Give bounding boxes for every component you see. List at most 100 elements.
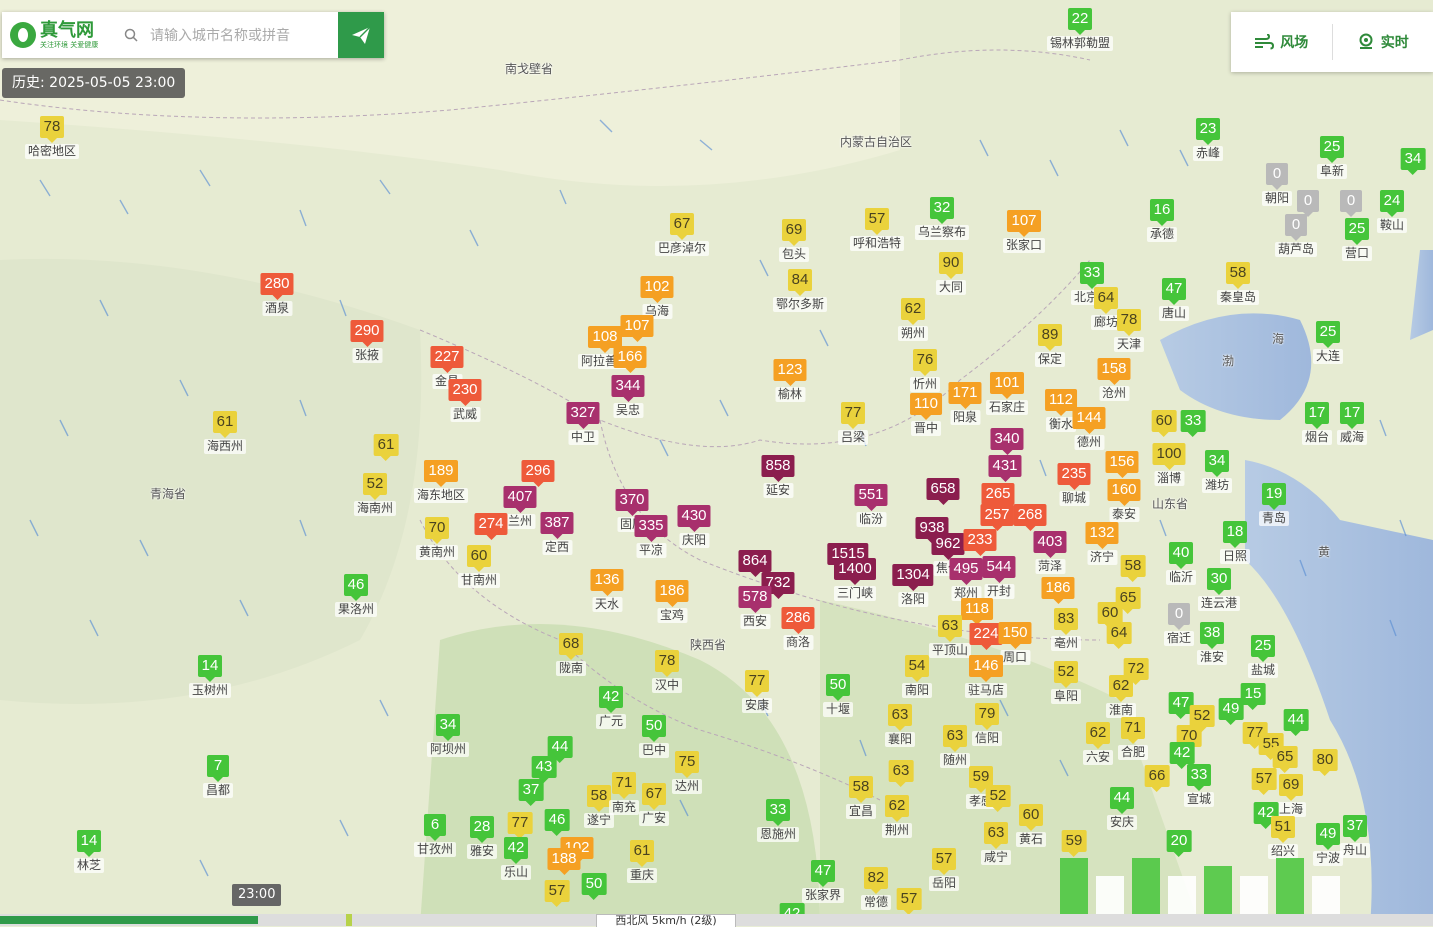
aqi-marker[interactable]: 50十堰 bbox=[823, 674, 853, 717]
aqi-marker[interactable]: 57岳阳 bbox=[929, 848, 959, 891]
aqi-marker[interactable]: 166 bbox=[613, 346, 646, 368]
aqi-marker[interactable]: 83亳州 bbox=[1051, 608, 1081, 651]
aqi-marker[interactable]: 57 bbox=[1252, 768, 1277, 790]
aqi-marker[interactable]: 0宿迁 bbox=[1164, 603, 1194, 646]
aqi-marker[interactable]: 132济宁 bbox=[1085, 522, 1118, 565]
aqi-marker[interactable]: 20 bbox=[1167, 830, 1192, 852]
aqi-marker[interactable]: 47张家界 bbox=[802, 860, 844, 903]
aqi-marker[interactable]: 77吕梁 bbox=[838, 402, 868, 445]
aqi-marker[interactable]: 0葫芦岛 bbox=[1275, 214, 1317, 257]
aqi-marker[interactable]: 79信阳 bbox=[972, 703, 1002, 746]
aqi-marker[interactable]: 14林芝 bbox=[74, 830, 104, 873]
aqi-marker[interactable]: 544开封 bbox=[982, 556, 1015, 599]
aqi-marker[interactable]: 44 bbox=[548, 736, 573, 758]
aqi-marker[interactable]: 58宜昌 bbox=[846, 776, 876, 819]
aqi-marker[interactable]: 49 bbox=[1219, 698, 1244, 720]
timeline-handle[interactable] bbox=[346, 914, 352, 926]
aqi-marker[interactable]: 431 bbox=[988, 455, 1021, 477]
aqi-marker[interactable]: 60 bbox=[1098, 602, 1123, 624]
aqi-marker[interactable]: 551临汾 bbox=[854, 484, 887, 527]
aqi-marker[interactable]: 57 bbox=[545, 880, 570, 902]
aqi-marker[interactable]: 33恩施州 bbox=[757, 799, 799, 842]
aqi-marker[interactable]: 265 bbox=[981, 483, 1014, 505]
aqi-marker[interactable]: 32乌兰察布 bbox=[915, 197, 969, 240]
aqi-marker[interactable]: 57 bbox=[897, 888, 922, 910]
aqi-marker[interactable]: 160泰安 bbox=[1107, 479, 1140, 522]
aqi-marker[interactable]: 25阜新 bbox=[1317, 136, 1347, 179]
aqi-marker[interactable]: 17威海 bbox=[1337, 402, 1367, 445]
aqi-marker[interactable]: 60 bbox=[1152, 410, 1177, 432]
aqi-marker[interactable]: 0 bbox=[1340, 190, 1362, 212]
aqi-marker[interactable]: 78天津 bbox=[1114, 309, 1144, 352]
aqi-marker[interactable]: 25营口 bbox=[1342, 218, 1372, 261]
aqi-marker[interactable]: 158沧州 bbox=[1097, 358, 1130, 401]
aqi-marker[interactable]: 61 bbox=[374, 434, 399, 456]
aqi-marker[interactable]: 100淄博 bbox=[1152, 443, 1185, 486]
aqi-marker[interactable]: 75达州 bbox=[672, 751, 702, 794]
aqi-marker[interactable]: 19青岛 bbox=[1259, 483, 1289, 526]
aqi-marker[interactable]: 69上海 bbox=[1276, 774, 1306, 817]
aqi-marker[interactable]: 33宣城 bbox=[1184, 764, 1214, 807]
aqi-marker[interactable]: 60甘南州 bbox=[458, 545, 500, 588]
aqi-marker[interactable]: 59 bbox=[1062, 830, 1087, 852]
aqi-marker[interactable]: 14玉树州 bbox=[189, 655, 231, 698]
aqi-marker[interactable]: 46 bbox=[545, 809, 570, 831]
aqi-marker[interactable]: 235聊城 bbox=[1057, 463, 1090, 506]
aqi-marker[interactable]: 42 bbox=[1170, 742, 1195, 764]
search-input[interactable] bbox=[148, 26, 332, 44]
aqi-marker[interactable]: 64 bbox=[1107, 622, 1132, 644]
aqi-marker[interactable]: 76忻州 bbox=[910, 349, 940, 392]
aqi-marker[interactable]: 65 bbox=[1273, 746, 1298, 768]
aqi-marker[interactable]: 50巴中 bbox=[639, 715, 669, 758]
realtime-button[interactable]: 实时 bbox=[1333, 32, 1433, 52]
search-button[interactable] bbox=[338, 12, 384, 58]
aqi-marker[interactable]: 61海西州 bbox=[204, 411, 246, 454]
aqi-marker[interactable]: 0朝阳 bbox=[1262, 163, 1292, 206]
aqi-marker[interactable]: 46果洛州 bbox=[335, 574, 377, 617]
aqi-marker[interactable]: 578西安 bbox=[738, 586, 771, 629]
aqi-marker[interactable]: 37 bbox=[519, 779, 544, 801]
aqi-marker[interactable]: 80 bbox=[1313, 749, 1338, 771]
aqi-marker[interactable]: 268 bbox=[1013, 504, 1046, 526]
aqi-marker[interactable]: 84鄂尔多斯 bbox=[773, 269, 827, 312]
aqi-marker[interactable]: 286商洛 bbox=[781, 607, 814, 650]
aqi-marker[interactable]: 60黄石 bbox=[1016, 804, 1046, 847]
aqi-marker[interactable]: 23赤峰 bbox=[1193, 118, 1223, 161]
aqi-marker[interactable]: 101石家庄 bbox=[986, 372, 1028, 415]
aqi-marker[interactable]: 90大同 bbox=[936, 252, 966, 295]
aqi-marker[interactable]: 430庆阳 bbox=[677, 505, 710, 548]
aqi-marker[interactable]: 61重庆 bbox=[627, 840, 657, 883]
aqi-marker[interactable]: 33 bbox=[1181, 410, 1206, 432]
aqi-marker[interactable]: 18日照 bbox=[1220, 521, 1250, 564]
aqi-marker[interactable]: 82常德 bbox=[861, 867, 891, 910]
aqi-marker[interactable]: 107张家口 bbox=[1003, 210, 1045, 253]
map-canvas[interactable]: 南戈壁省内蒙古自治区青海省陕西省山东省渤海黄 22锡林郭勒盟78哈密地区23赤峰… bbox=[0, 0, 1433, 926]
aqi-marker[interactable]: 51绍兴 bbox=[1268, 816, 1298, 859]
aqi-marker[interactable]: 68陇南 bbox=[556, 633, 586, 676]
aqi-marker[interactable]: 71合肥 bbox=[1118, 717, 1148, 760]
aqi-marker[interactable]: 34潍坊 bbox=[1202, 450, 1232, 493]
aqi-marker[interactable]: 188 bbox=[547, 848, 580, 870]
aqi-marker[interactable]: 71南充 bbox=[609, 772, 639, 815]
aqi-marker[interactable]: 54南阳 bbox=[902, 655, 932, 698]
aqi-marker[interactable]: 1304洛阳 bbox=[892, 564, 933, 607]
aqi-marker[interactable]: 327中卫 bbox=[566, 402, 599, 445]
aqi-marker[interactable]: 52 bbox=[1190, 705, 1215, 727]
aqi-marker[interactable]: 44安庆 bbox=[1107, 787, 1137, 830]
aqi-marker[interactable]: 280酒泉 bbox=[260, 273, 293, 316]
aqi-marker[interactable]: 146驻马店 bbox=[965, 655, 1007, 698]
aqi-marker[interactable]: 89保定 bbox=[1035, 324, 1065, 367]
aqi-marker[interactable]: 67巴彦淖尔 bbox=[655, 213, 709, 256]
aqi-marker[interactable]: 156 bbox=[1105, 451, 1138, 473]
aqi-marker[interactable]: 42乐山 bbox=[501, 837, 531, 880]
aqi-marker[interactable]: 407兰州 bbox=[503, 486, 536, 529]
aqi-marker[interactable]: 77 bbox=[508, 812, 533, 834]
aqi-marker[interactable]: 6甘孜州 bbox=[414, 814, 456, 857]
aqi-marker[interactable]: 7昌都 bbox=[203, 755, 233, 798]
aqi-marker[interactable]: 136天水 bbox=[590, 569, 623, 612]
aqi-marker[interactable]: 123榆林 bbox=[773, 359, 806, 402]
aqi-marker[interactable]: 233 bbox=[963, 529, 996, 551]
aqi-marker[interactable]: 52阜阳 bbox=[1051, 661, 1081, 704]
aqi-marker[interactable]: 52 bbox=[986, 785, 1011, 807]
aqi-marker[interactable]: 110晋中 bbox=[910, 393, 942, 436]
